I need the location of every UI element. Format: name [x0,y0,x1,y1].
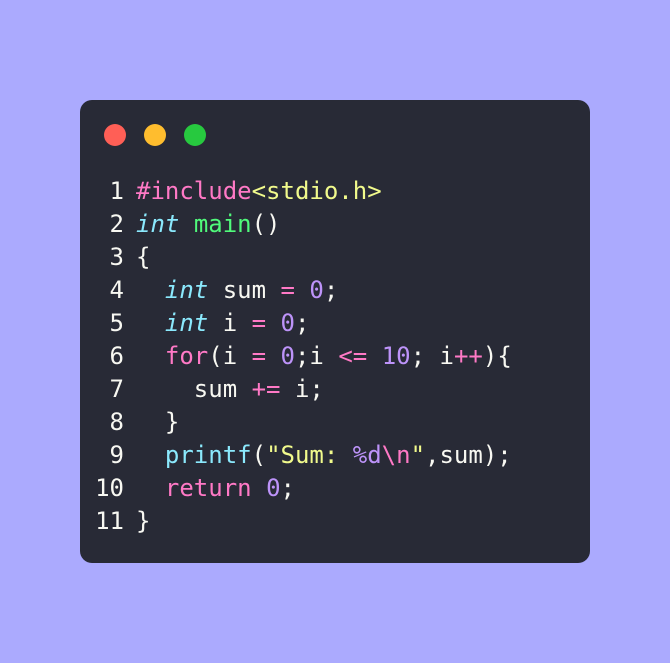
code-text: int main() [136,208,281,241]
code-token: } [136,408,180,436]
close-dot-icon[interactable] [104,124,126,146]
line-number: 4 [109,276,124,304]
code-token: ,sum); [425,441,512,469]
code-token: 10 [381,342,411,370]
code-token: sum [208,276,281,304]
code-token: () [251,210,281,238]
code-token: for [164,342,209,370]
line-number: 7 [109,375,124,403]
code-token: "Sum: [266,441,353,469]
code-token: " [410,441,426,469]
code-token: 0 [309,276,324,304]
code-line: 9 printf("Sum: %d\n",sum); [80,439,512,472]
code-line: 2 int main() [80,208,512,241]
line-number: 9 [109,441,124,469]
code-text: int sum = 0; [136,274,338,307]
code-text: int i = 0; [136,307,310,340]
code-token: = [251,342,267,370]
code-token: ; [280,474,295,502]
code-text: return 0; [136,472,295,505]
code-text: } [136,406,179,439]
line-number: 2 [109,210,124,238]
maximize-dot-icon[interactable] [184,124,206,146]
code-line: 3{ [80,241,512,274]
code-token: main [193,210,252,238]
code-line: 5 int i = 0; [80,307,512,340]
code-token: int [164,276,209,304]
code-token: += [251,375,281,403]
code-token: <stdio.h> [251,177,382,205]
code-text: sum += i; [136,373,324,406]
line-number: 6 [109,342,124,370]
code-token: 0 [280,309,295,337]
code-token: 0 [280,342,295,370]
code-token: 0 [266,474,281,502]
code-token: ; i [410,342,454,370]
code-token: ++ [453,342,483,370]
code-text: #include<stdio.h> [136,175,382,208]
code-token: int [164,309,209,337]
code-token: ( [251,441,267,469]
code-token: %d [352,441,382,469]
line-number: 3 [109,243,124,271]
line-number: 5 [109,309,124,337]
code-text: { [136,241,150,274]
code-token: return [164,474,252,502]
code-window: 1 #include<stdio.h> 2 int main() 3{4 int sum… [80,100,590,563]
code-line: 7 sum += i; [80,373,512,406]
code-token: i [208,309,252,337]
code-token: sum [136,375,252,403]
line-number: 8 [109,408,124,436]
code-token: = [280,276,295,304]
code-token: ){ [482,342,512,370]
code-token: #include [136,177,252,205]
code-token: int [136,210,180,238]
code-token: i; [280,375,324,403]
code-token: ;i [294,342,339,370]
code-token: ; [294,309,310,337]
code-line: 11} [80,505,512,538]
line-number: 11 [95,507,124,535]
code-token: (i [208,342,252,370]
code-token: { [136,243,151,271]
code-text: printf("Sum: %d\n",sum); [136,439,512,472]
code-token: ; [323,276,339,304]
line-number: 1 [109,177,124,205]
code-text: } [136,505,150,538]
code-line: 6 for(i = 0;i <= 10; i++){ [80,340,512,373]
code-line: 10 return 0; [80,472,512,505]
code-token: \n [381,441,411,469]
code-line: 8 } [80,406,512,439]
line-number: 10 [95,474,124,502]
code-text: for(i = 0;i <= 10; i++){ [136,340,512,373]
minimize-dot-icon[interactable] [144,124,166,146]
code-line: 1 #include<stdio.h> [80,175,512,208]
code-token: } [136,507,151,535]
code-token: <= [338,342,368,370]
window-controls [104,124,206,146]
code-token: = [251,309,267,337]
code-token: printf [164,441,252,469]
code-line: 4 int sum = 0; [80,274,512,307]
code-block: 1 #include<stdio.h> 2 int main() 3{4 int sum… [80,175,512,538]
